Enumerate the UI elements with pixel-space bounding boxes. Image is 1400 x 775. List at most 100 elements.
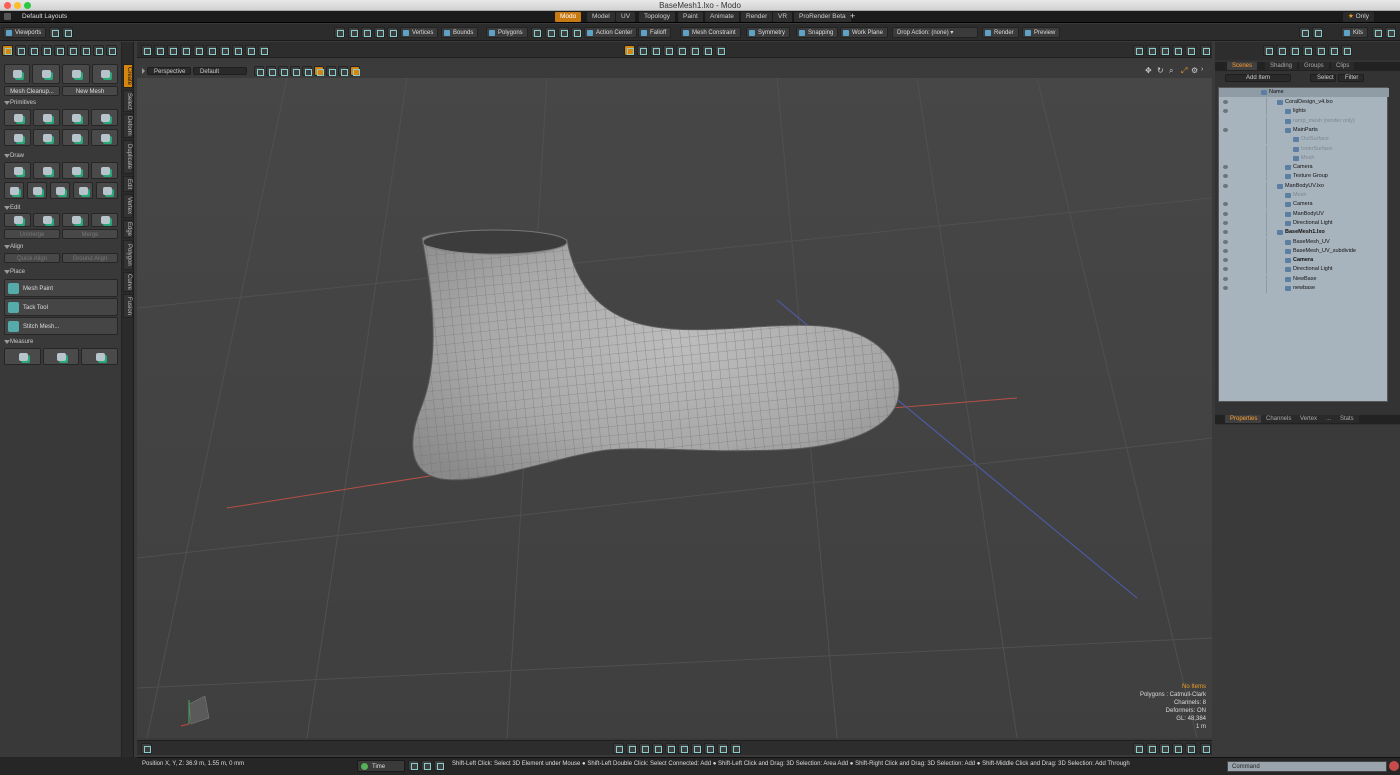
viewports-button[interactable]: Viewports — [3, 27, 47, 38]
ground-align-button[interactable]: Ground Align — [62, 253, 118, 263]
bevel-icon[interactable] — [665, 743, 676, 754]
home-icon[interactable] — [4, 13, 11, 20]
vtab-curve[interactable]: Curve — [123, 272, 133, 292]
tree-row[interactable]: Mesh — [1219, 191, 1389, 200]
draw-section-header[interactable]: Draw — [2, 152, 120, 160]
drop-action-dropdown[interactable]: Drop Action: (none) ▾ — [892, 27, 978, 38]
tree-row[interactable]: ramp_mesh (render only) — [1219, 116, 1389, 126]
pivot-icon[interactable] — [571, 27, 582, 38]
material-icon[interactable] — [1276, 45, 1287, 56]
quick-align-button[interactable]: Quick Align — [4, 253, 60, 263]
fit-view-icon[interactable]: ⤢ — [1181, 66, 1187, 76]
visibility-cell[interactable] — [1219, 135, 1267, 145]
shader-ball-icon[interactable] — [1263, 45, 1274, 56]
frame-view-icon[interactable] — [1172, 45, 1183, 56]
only-toggle[interactable]: ★ Only — [1343, 12, 1375, 22]
add-tab-icon[interactable]: + — [850, 11, 855, 22]
grid-snap-icon[interactable] — [637, 45, 648, 56]
select-dropdown[interactable]: Select — [1310, 74, 1336, 82]
create-tool-4[interactable] — [92, 64, 118, 84]
unmerge-button[interactable]: Unmerge — [4, 229, 60, 239]
stop-icon[interactable] — [1389, 761, 1399, 771]
move-icon[interactable] — [154, 45, 165, 56]
close-window-button[interactable] — [4, 2, 11, 9]
light-view-icon[interactable] — [1159, 45, 1170, 56]
spline-tool-3[interactable] — [50, 182, 70, 199]
tack-tool[interactable]: Tack Tool — [4, 298, 118, 316]
pivot-select-icon[interactable] — [54, 45, 65, 56]
merge-button[interactable]: Merge — [62, 229, 118, 239]
chevron-right-icon[interactable]: › — [1201, 66, 1203, 73]
vtab-fusion[interactable]: Fusion — [123, 294, 133, 318]
list-icon[interactable] — [1372, 27, 1383, 38]
filter-dropdown[interactable]: Filter — [1338, 74, 1364, 82]
visibility-cell[interactable] — [1219, 209, 1267, 219]
paste-button[interactable] — [62, 213, 89, 227]
tree-row[interactable]: Directional Light — [1219, 218, 1389, 228]
tab-prorender-beta[interactable]: ProRender Beta — [794, 12, 851, 22]
visibility-cell[interactable] — [1219, 125, 1267, 135]
extrude-icon[interactable] — [180, 45, 191, 56]
selection-icon[interactable] — [350, 66, 360, 76]
vtab-deform[interactable]: Deform — [123, 114, 133, 138]
visibility-cell[interactable] — [1219, 246, 1267, 256]
eye-icon[interactable] — [1223, 183, 1228, 188]
zoom-window-button[interactable] — [24, 2, 31, 9]
knife-icon[interactable] — [232, 45, 243, 56]
vertex-select-icon[interactable] — [2, 45, 13, 56]
add-item-dropdown[interactable]: Add Item — [1225, 74, 1291, 82]
eye-icon[interactable] — [1223, 267, 1228, 272]
cube-primitive-button[interactable] — [4, 109, 31, 126]
camera-icon[interactable] — [689, 45, 700, 56]
rotate-icon[interactable] — [361, 27, 372, 38]
tree-row[interactable]: OutSurface — [1219, 135, 1389, 145]
timeline-icon[interactable] — [408, 760, 419, 771]
tree-row[interactable]: Camera — [1219, 256, 1389, 266]
action-center-button[interactable]: Action Center — [584, 27, 638, 38]
plane-primitive-button[interactable] — [91, 129, 118, 146]
place-section-header[interactable]: Place — [2, 268, 120, 276]
tree-row[interactable]: Directional Light — [1219, 265, 1389, 275]
tube-primitive-button[interactable] — [62, 129, 89, 146]
tree-row[interactable]: BaseMesh_UV — [1219, 237, 1389, 247]
eye-icon[interactable] — [1223, 276, 1228, 281]
pan-icon[interactable]: ✥ — [1145, 66, 1152, 75]
move-icon[interactable] — [348, 27, 359, 38]
alert-icon[interactable] — [314, 66, 324, 76]
image-icon[interactable] — [1315, 45, 1326, 56]
tree-row[interactable]: Camera — [1219, 163, 1389, 173]
tree-row[interactable]: newbase — [1219, 284, 1389, 293]
pen-icon[interactable] — [704, 743, 715, 754]
bevel-icon[interactable] — [167, 45, 178, 56]
new-mesh-button[interactable]: New Mesh — [62, 86, 118, 96]
create-tool-2[interactable] — [32, 64, 60, 84]
tab-model[interactable]: Model — [587, 12, 615, 22]
capsule-primitive-button[interactable] — [62, 109, 89, 126]
vtab-vertex[interactable]: Vertex — [123, 194, 133, 218]
keys-icon[interactable] — [434, 760, 445, 771]
primitives-section-header[interactable]: Primitives — [2, 99, 120, 107]
scale-icon[interactable] — [374, 27, 385, 38]
tab-render[interactable]: Render — [741, 12, 773, 22]
tree-row[interactable]: Camera — [1219, 200, 1389, 210]
vtab-polygon[interactable]: Polygon — [123, 240, 133, 270]
bridge-icon[interactable] — [691, 743, 702, 754]
backface-icon[interactable] — [326, 66, 336, 76]
frame-view-icon[interactable] — [1172, 743, 1183, 754]
preview-button[interactable]: Preview — [1022, 27, 1061, 38]
tab-groups[interactable]: Groups — [1299, 62, 1329, 70]
lock-icon[interactable] — [93, 45, 104, 56]
cone-primitive-button[interactable] — [91, 109, 118, 126]
torus-primitive-button[interactable] — [4, 129, 31, 146]
mesh-view-icon[interactable] — [1146, 45, 1157, 56]
symmetry-icon[interactable] — [650, 45, 661, 56]
eye-icon[interactable] — [1223, 220, 1228, 225]
visibility-cell[interactable] — [1219, 200, 1267, 210]
tree-row[interactable]: NewBase — [1219, 274, 1389, 284]
tab-clips[interactable]: Clips — [1331, 62, 1355, 70]
create-tool-3[interactable] — [62, 64, 90, 84]
visibility-cell[interactable] — [1219, 116, 1267, 126]
visibility-cell[interactable] — [1219, 144, 1267, 154]
work-plane-button[interactable]: Work Plane — [840, 27, 888, 38]
tab-more[interactable]: ... — [1321, 415, 1337, 423]
